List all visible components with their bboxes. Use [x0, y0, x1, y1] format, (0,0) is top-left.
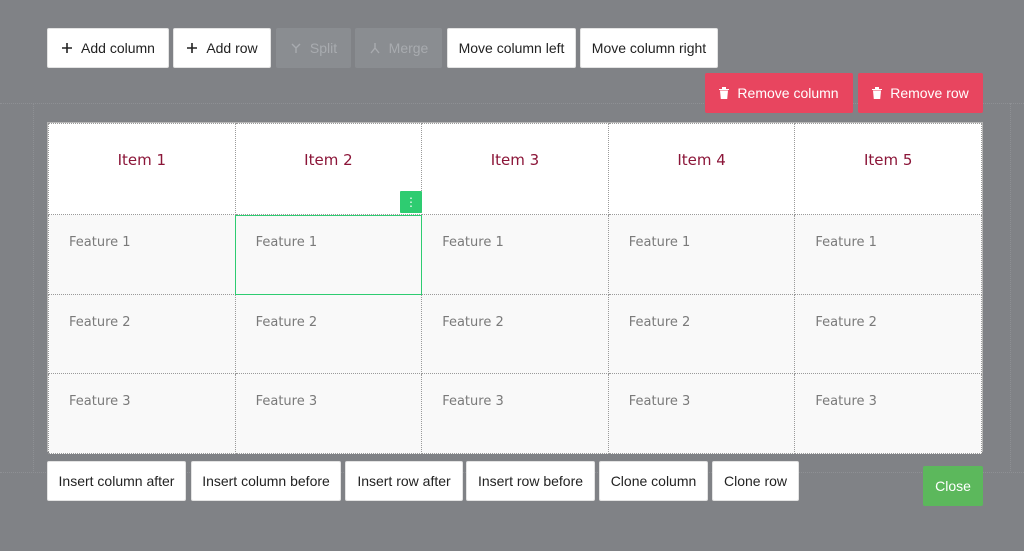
header-cell-item-1[interactable]: Item 1	[48, 123, 236, 215]
header-label: Item 3	[490, 151, 540, 169]
move-column-right-button[interactable]: Move column right	[580, 28, 718, 68]
merge-label: Merge	[388, 40, 429, 56]
insert-column-before-button[interactable]: Insert column before	[191, 461, 341, 501]
insert-row-before-button[interactable]: Insert row before	[466, 461, 595, 501]
table-cell-selected[interactable]: Feature 1	[234, 214, 423, 295]
comparison-table: Item 1 Item 2 Item 3 Item 4 Item 5 Featu…	[47, 122, 983, 454]
table-cell[interactable]: Feature 3	[794, 373, 982, 454]
table-cell[interactable]: Feature 1	[421, 214, 609, 295]
remove-row-label: Remove row	[890, 85, 969, 101]
remove-column-label: Remove column	[737, 85, 839, 101]
cell-label: Feature 3	[815, 394, 877, 409]
cell-label: Feature 1	[815, 235, 877, 250]
table-cell[interactable]: Feature 2	[234, 294, 423, 374]
split-button[interactable]: Split	[276, 28, 351, 68]
trash-icon	[872, 87, 883, 99]
cell-label: Feature 2	[628, 315, 691, 330]
add-row-button[interactable]: Add row	[173, 28, 271, 68]
table-cell[interactable]: Feature 1	[48, 214, 236, 295]
header-label: Item 4	[677, 151, 726, 169]
remove-row-button[interactable]: Remove row	[858, 73, 983, 113]
cell-label: Feature 3	[442, 394, 504, 409]
background-divider	[33, 103, 34, 471]
insert-row-after-button[interactable]: Insert row after	[345, 461, 463, 501]
clone-row-label: Clone row	[723, 473, 788, 489]
insert-row-before-label: Insert row before	[477, 473, 584, 489]
cell-label: Feature 2	[442, 315, 504, 330]
cell-label: Feature 2	[815, 315, 877, 330]
split-icon	[290, 42, 302, 54]
cell-label: Feature 2	[69, 315, 131, 330]
cell-label: Feature 1	[442, 235, 504, 250]
clone-row-button[interactable]: Clone row	[712, 461, 799, 501]
move-column-right-label: Move column right	[591, 40, 707, 56]
merge-icon	[369, 42, 381, 54]
table-cell[interactable]: Feature 2	[794, 294, 982, 374]
background-divider	[1010, 103, 1011, 471]
header-label: Item 1	[117, 151, 167, 169]
clone-column-label: Clone column	[610, 473, 697, 489]
cell-label: Feature 1	[628, 235, 691, 250]
close-button[interactable]: Close	[923, 466, 983, 506]
cell-label: Feature 3	[255, 394, 318, 409]
split-label: Split	[309, 40, 338, 56]
table-cell[interactable]: Feature 1	[607, 214, 796, 295]
table-cell[interactable]: Feature 2	[48, 294, 236, 374]
clone-column-button[interactable]: Clone column	[599, 461, 708, 501]
header-label: Item 5	[863, 151, 913, 169]
table-cell[interactable]: Feature 2	[421, 294, 609, 374]
add-column-label: Add column	[81, 40, 155, 56]
insert-row-after-label: Insert row after	[357, 473, 451, 489]
add-column-button[interactable]: Add column	[47, 28, 169, 68]
header-cell-item-3[interactable]: Item 3	[421, 123, 609, 215]
header-label: Item 2	[304, 151, 353, 169]
insert-column-after-label: Insert column after	[58, 473, 175, 489]
insert-column-before-label: Insert column before	[202, 473, 330, 489]
trash-icon	[719, 87, 730, 99]
insert-column-after-button[interactable]: Insert column after	[47, 461, 186, 501]
cell-label: Feature 3	[69, 394, 131, 409]
move-column-left-button[interactable]: Move column left	[447, 28, 576, 68]
merge-button[interactable]: Merge	[355, 28, 442, 68]
cell-label: Feature 1	[255, 235, 318, 250]
close-label: Close	[935, 478, 971, 494]
table-row: Feature 3 Feature 3 Feature 3 Feature 3 …	[48, 373, 982, 454]
header-cell-item-2[interactable]: Item 2	[234, 123, 423, 215]
table-cell[interactable]: Feature 3	[421, 373, 609, 454]
cell-label: Feature 2	[255, 315, 318, 330]
table-cell[interactable]: Feature 3	[607, 373, 796, 454]
move-column-left-label: Move column left	[458, 40, 565, 56]
table-row: Feature 1 Feature 1 Feature 1 Feature 1 …	[48, 214, 982, 295]
remove-column-button[interactable]: Remove column	[705, 73, 853, 113]
table-cell[interactable]: Feature 2	[607, 294, 796, 374]
cell-label: Feature 3	[628, 394, 691, 409]
header-cell-item-5[interactable]: Item 5	[794, 123, 982, 215]
table-cell[interactable]: Feature 3	[48, 373, 236, 454]
cell-label: Feature 1	[69, 235, 131, 250]
table-cell[interactable]: Feature 3	[234, 373, 423, 454]
table-cell[interactable]: Feature 1	[794, 214, 982, 295]
plus-icon	[186, 42, 198, 54]
cell-menu-kebab-icon[interactable]: ⋮	[400, 191, 422, 213]
header-cell-item-4[interactable]: Item 4	[607, 123, 796, 215]
plus-icon	[61, 42, 73, 54]
table-row: Feature 2 Feature 2 Feature 2 Feature 2 …	[48, 294, 982, 374]
add-row-label: Add row	[206, 40, 258, 56]
